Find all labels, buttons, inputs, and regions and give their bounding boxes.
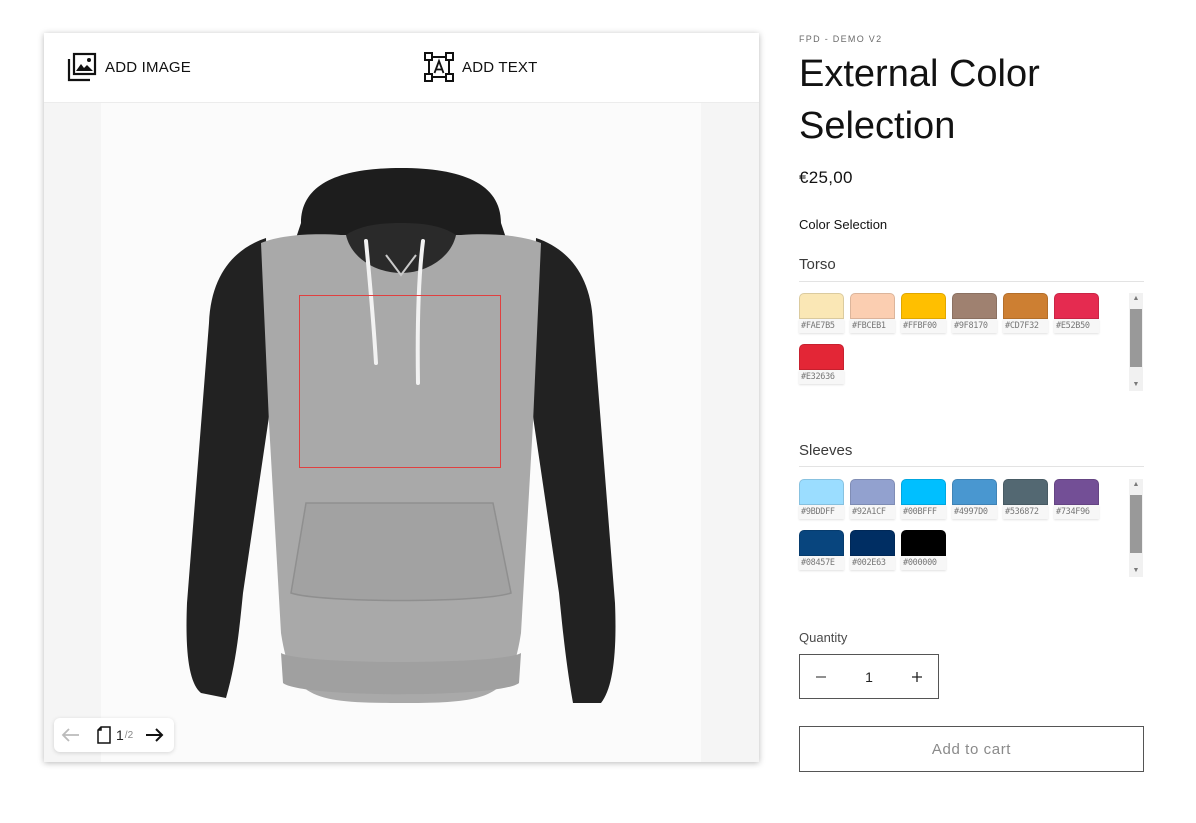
swatch-color-chip: [1003, 293, 1048, 319]
view-pager: 1 /2: [54, 718, 174, 752]
decrease-quantity-button[interactable]: [800, 655, 842, 698]
scrollbar[interactable]: ▲ ▼: [1129, 479, 1143, 577]
quantity-label: Quantity: [799, 630, 848, 645]
swatch-color-chip: [799, 530, 844, 556]
image-icon: [67, 52, 97, 82]
color-swatch[interactable]: #08457E: [799, 530, 844, 578]
torso-swatch-list: #FAE7B5 #FBCEB1 #FFBF00 #9F8170 #CD7F32 #E52B…: [799, 293, 1144, 391]
swatch-hex-label: #4997D0: [952, 505, 997, 519]
swatch-hex-label: #08457E: [799, 556, 844, 570]
total-views: /2: [124, 729, 134, 741]
add-image-button[interactable]: ADD IMAGE: [67, 51, 191, 83]
color-swatch[interactable]: #9F8170: [952, 293, 997, 341]
scroll-down-icon[interactable]: ▼: [1129, 565, 1143, 577]
swatch-hex-label: #FBCEB1: [850, 319, 895, 333]
swatch-hex-label: #000000: [901, 556, 946, 570]
swatch-color-chip: [952, 479, 997, 505]
scroll-thumb[interactable]: [1130, 309, 1142, 367]
scrollbar[interactable]: ▲ ▼: [1129, 293, 1143, 391]
add-image-label: ADD IMAGE: [105, 58, 191, 76]
arrow-right-icon[interactable]: [143, 724, 165, 746]
swatch-color-chip: [901, 530, 946, 556]
swatch-hex-label: #9BDDFF: [799, 505, 844, 519]
swatch-hex-label: #92A1CF: [850, 505, 895, 519]
color-swatch[interactable]: #CD7F32: [1003, 293, 1048, 341]
color-swatch[interactable]: #00BFFF: [901, 479, 946, 527]
product-vendor: FPD - DEMO V2: [799, 34, 883, 44]
color-swatch[interactable]: #FAE7B5: [799, 293, 844, 341]
swatch-color-chip: [901, 479, 946, 505]
swatch-hex-label: #E52B50: [1054, 319, 1099, 333]
swatch-hex-label: #9F8170: [952, 319, 997, 333]
quantity-stepper: [799, 654, 939, 699]
swatch-hex-label: #00BFFF: [901, 505, 946, 519]
swatch-hex-label: #536872: [1003, 505, 1048, 519]
plus-icon: [912, 671, 922, 682]
design-stage: 1 /2: [44, 103, 759, 762]
add-text-label: ADD TEXT: [462, 58, 538, 76]
color-swatch[interactable]: #E52B50: [1054, 293, 1099, 341]
swatch-color-chip: [799, 479, 844, 505]
current-view-number: 1: [116, 727, 124, 743]
increase-quantity-button[interactable]: [896, 655, 938, 698]
color-swatch[interactable]: #E32636: [799, 344, 844, 392]
quantity-input[interactable]: [842, 667, 896, 686]
swatch-color-chip: [1054, 293, 1099, 319]
minus-icon: [816, 675, 826, 678]
group-divider: [799, 281, 1144, 282]
swatch-hex-label: #FAE7B5: [799, 319, 844, 333]
swatch-color-chip: [850, 293, 895, 319]
product-info: FPD - DEMO V2 External Color Selection €…: [799, 0, 1144, 823]
color-swatch[interactable]: #FBCEB1: [850, 293, 895, 341]
color-swatch[interactable]: #002E63: [850, 530, 895, 578]
color-swatch[interactable]: #4997D0: [952, 479, 997, 527]
designer-toolbar: ADD IMAGE ADD TEXT: [44, 33, 759, 103]
swatch-color-chip: [799, 344, 844, 370]
scroll-up-icon[interactable]: ▲: [1129, 479, 1143, 491]
product-price: €25,00: [799, 168, 853, 187]
swatch-color-chip: [850, 530, 895, 556]
swatch-color-chip: [799, 293, 844, 319]
color-swatch[interactable]: #92A1CF: [850, 479, 895, 527]
group-title-sleeves: Sleeves: [799, 442, 853, 459]
swatch-hex-label: #002E63: [850, 556, 895, 570]
color-swatch[interactable]: #000000: [901, 530, 946, 578]
color-swatch[interactable]: #536872: [1003, 479, 1048, 527]
product-designer: ADD IMAGE ADD TEXT 1 /2: [44, 33, 759, 762]
sleeves-swatch-list: #9BDDFF #92A1CF #00BFFF #4997D0 #536872 #734F…: [799, 479, 1144, 577]
swatch-color-chip: [1054, 479, 1099, 505]
page-icon: [97, 726, 111, 744]
design-canvas[interactable]: [101, 103, 701, 762]
swatch-color-chip: [1003, 479, 1048, 505]
swatch-color-chip: [901, 293, 946, 319]
swatch-hex-label: #734F96: [1054, 505, 1099, 519]
swatch-hex-label: #FFBF00: [901, 319, 946, 333]
color-swatch[interactable]: #9BDDFF: [799, 479, 844, 527]
color-swatch[interactable]: #734F96: [1054, 479, 1099, 527]
scroll-thumb[interactable]: [1130, 495, 1142, 553]
add-text-button[interactable]: ADD TEXT: [424, 51, 538, 83]
color-swatch[interactable]: #FFBF00: [901, 293, 946, 341]
group-divider: [799, 466, 1144, 467]
swatch-hex-label: #CD7F32: [1003, 319, 1048, 333]
swatch-color-chip: [952, 293, 997, 319]
product-title: External Color Selection: [799, 53, 1040, 147]
scroll-up-icon[interactable]: ▲: [1129, 293, 1143, 305]
arrow-left-icon[interactable]: [60, 724, 82, 746]
color-selection-label: Color Selection: [799, 217, 888, 232]
swatch-hex-label: #E32636: [799, 370, 844, 384]
swatch-color-chip: [850, 479, 895, 505]
group-title-torso: Torso: [799, 256, 836, 273]
text-frame-icon: [424, 52, 454, 82]
scroll-down-icon[interactable]: ▼: [1129, 379, 1143, 391]
add-to-cart-button[interactable]: Add to cart: [799, 726, 1144, 772]
print-area-boundary[interactable]: [299, 295, 501, 468]
